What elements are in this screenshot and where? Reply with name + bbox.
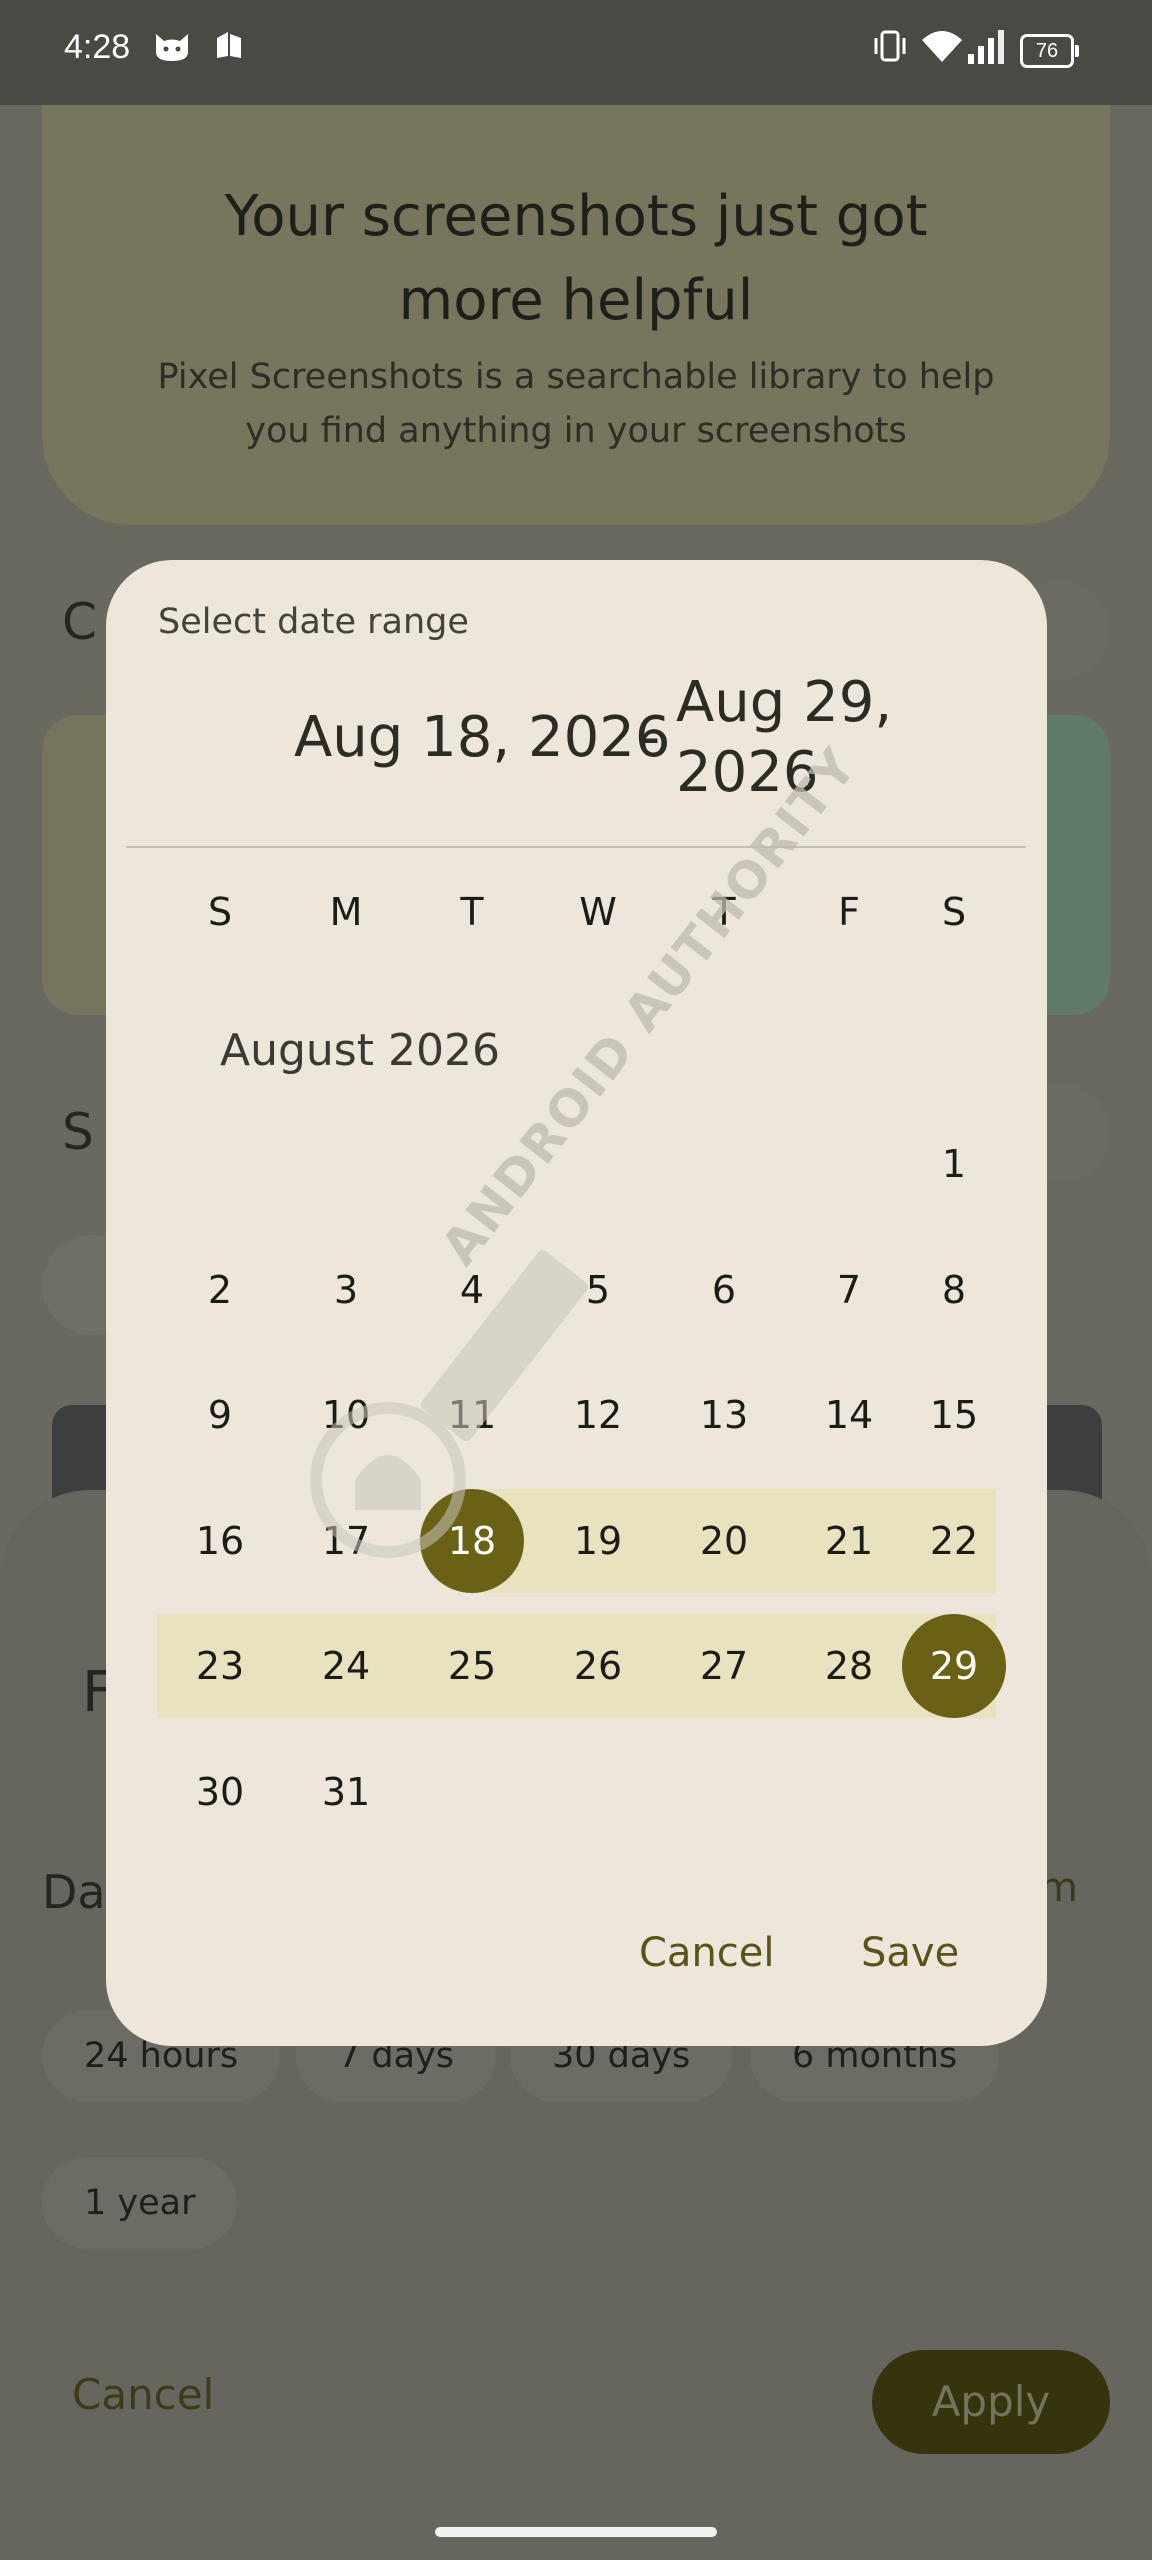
home-indicator[interactable]: [435, 2527, 717, 2537]
weekday-label: S: [207, 890, 233, 934]
calendar-day[interactable]: 20: [674, 1489, 774, 1593]
calendar-day[interactable]: 12: [548, 1363, 648, 1467]
calendar-day[interactable]: 19: [548, 1489, 648, 1593]
calendar-day[interactable]: 18: [422, 1489, 522, 1593]
calendar-day[interactable]: 30: [170, 1740, 270, 1844]
header-divider: [126, 846, 1026, 848]
calendar-day[interactable]: 21: [799, 1489, 899, 1593]
calendar-day[interactable]: 6: [674, 1238, 774, 1342]
status-time: 4:28: [64, 28, 131, 66]
filter-apply-button: Apply: [872, 2350, 1110, 2454]
date-label: Da: [42, 1865, 106, 1919]
calendar-day[interactable]: 13: [674, 1363, 774, 1467]
vibrate-icon: [874, 30, 906, 62]
date-separator: -: [640, 705, 661, 770]
save-button[interactable]: Save: [861, 1930, 959, 1976]
calendar-day[interactable]: 14: [799, 1363, 899, 1467]
screenshots-heading: S: [62, 1103, 94, 1161]
filter-cancel-button: Cancel: [72, 2370, 215, 2419]
calendar-day[interactable]: 28: [799, 1614, 899, 1718]
cancel-button[interactable]: Cancel: [639, 1930, 775, 1976]
calendar-day[interactable]: 31: [296, 1740, 396, 1844]
calendar-day[interactable]: 15: [904, 1363, 1004, 1467]
calendar-day[interactable]: 29: [904, 1614, 1004, 1718]
month-label: August 2026: [220, 1025, 500, 1076]
calendar-day[interactable]: 7: [799, 1238, 899, 1342]
calendar-day[interactable]: 26: [548, 1614, 648, 1718]
calendar-day[interactable]: 16: [170, 1489, 270, 1593]
dialog-title: Select date range: [158, 602, 469, 642]
collections-heading: C: [62, 593, 97, 651]
calendar-day[interactable]: 11: [422, 1363, 522, 1467]
calendar-day[interactable]: 1: [904, 1112, 1004, 1216]
chip-1-year: 1 year: [42, 2157, 238, 2249]
calendar-day[interactable]: 22: [904, 1489, 1004, 1593]
calendar-day[interactable]: 17: [296, 1489, 396, 1593]
weekday-label: M: [329, 890, 363, 934]
battery-icon: 76: [1020, 34, 1079, 68]
weekday-label: T: [460, 890, 484, 934]
signal-icon: [968, 30, 1004, 64]
date-range-dialog: Select date range Aug 18, 2026 - Aug 29,…: [106, 560, 1047, 2046]
wifi-icon: [922, 31, 962, 62]
calendar-day[interactable]: 25: [422, 1614, 522, 1718]
calendar-day[interactable]: 24: [296, 1614, 396, 1718]
calendar-day[interactable]: 9: [170, 1363, 270, 1467]
weekday-label: F: [838, 890, 860, 934]
calendar-day[interactable]: 27: [674, 1614, 774, 1718]
intro-card: Your screenshots just got more helpful P…: [42, 105, 1110, 525]
intro-subtitle: Pixel Screenshots is a searchable librar…: [157, 357, 995, 451]
app-notification-icon: [217, 32, 241, 58]
calendar-day[interactable]: 8: [904, 1238, 1004, 1342]
cat-notification-icon: [156, 34, 188, 61]
intro-title: Your screenshots just got more helpful: [224, 184, 928, 333]
calendar-day[interactable]: 2: [170, 1238, 270, 1342]
weekday-label: S: [941, 890, 967, 934]
calendar-day[interactable]: 5: [548, 1238, 648, 1342]
calendar-day[interactable]: 10: [296, 1363, 396, 1467]
start-date-display[interactable]: Aug 18, 2026: [294, 705, 671, 770]
calendar-day[interactable]: 23: [170, 1614, 270, 1718]
status-bar: 4:28 76: [0, 0, 1152, 105]
calendar-day[interactable]: 3: [296, 1238, 396, 1342]
weekday-label: W: [579, 890, 617, 934]
